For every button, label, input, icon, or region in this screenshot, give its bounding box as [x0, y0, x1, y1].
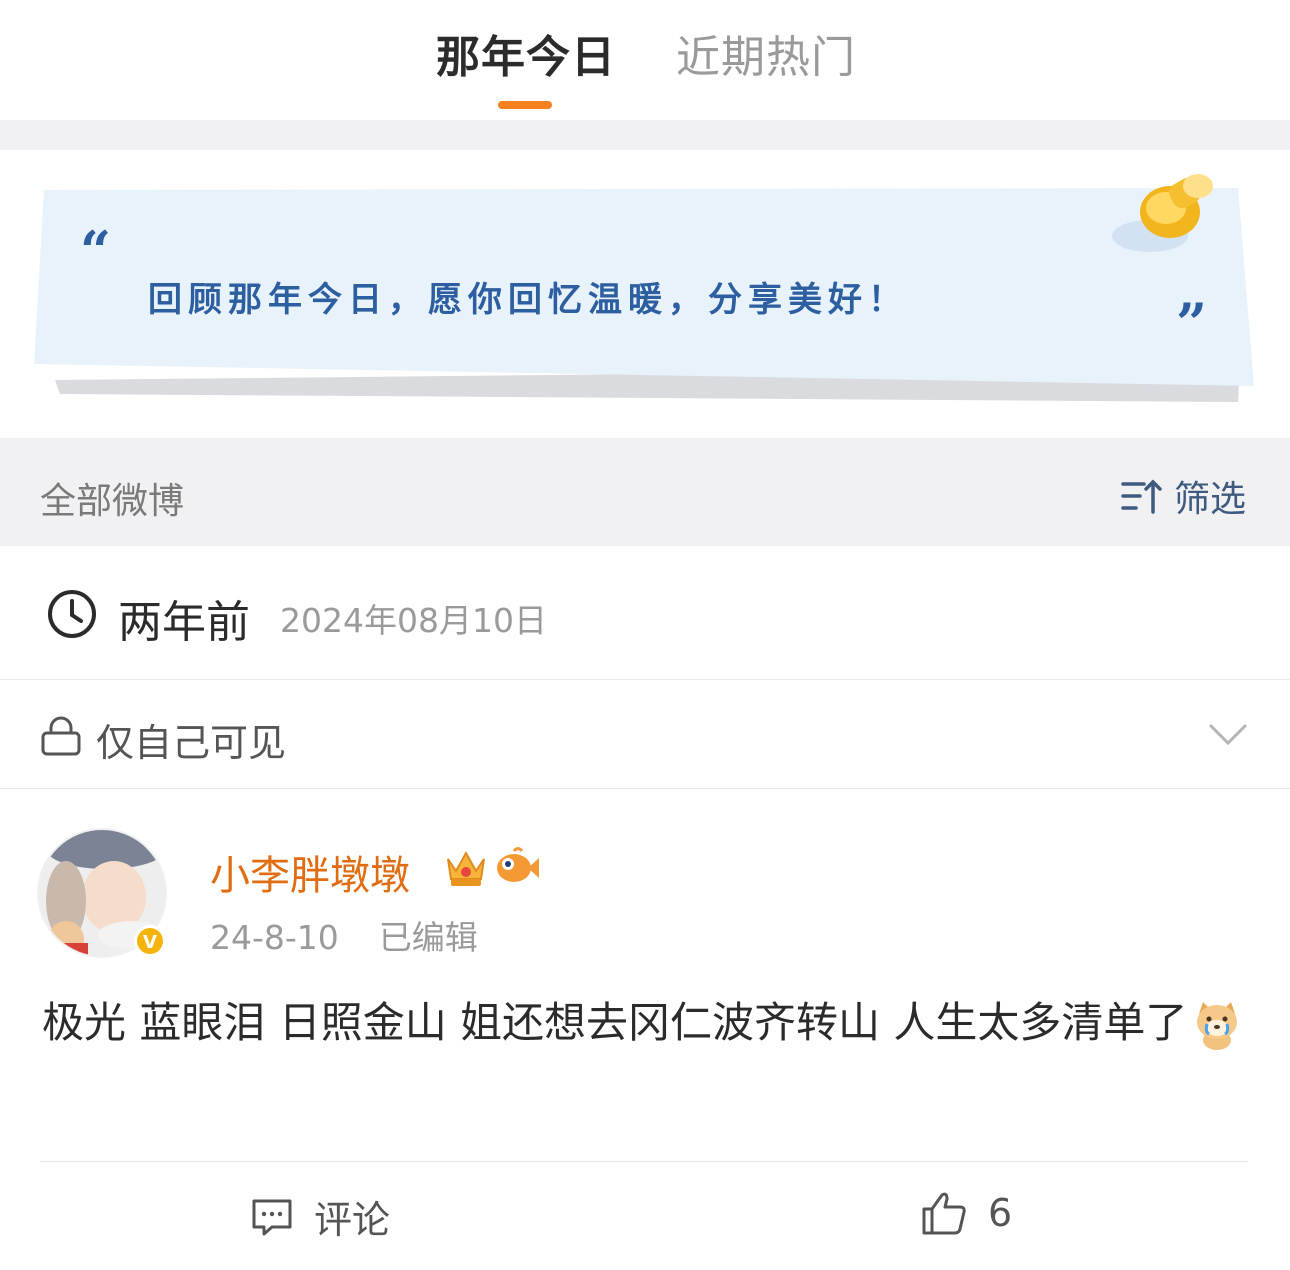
memory-banner: “ ” 回顾那年今日，愿你回忆温暖，分享美好！: [0, 150, 1290, 438]
clock-icon: [48, 590, 96, 638]
fish-badge-icon[interactable]: [494, 845, 540, 889]
section-separator: [0, 120, 1290, 150]
verified-badge-icon: V: [134, 925, 166, 957]
post-date: 2024年08月10日: [280, 601, 547, 640]
comment-icon: [252, 1199, 292, 1235]
filter-sort-icon: [1121, 479, 1162, 514]
svg-text:V: V: [143, 932, 157, 953]
like-count: 6: [988, 1191, 1013, 1235]
chevron-down-icon[interactable]: [1208, 722, 1248, 748]
filter-label: 筛选: [1173, 479, 1246, 520]
time-ago: 两年前: [118, 597, 250, 648]
time-header: 两年前 2024年08月10日: [0, 546, 1290, 680]
filter-bar: 全部微博 筛选: [0, 438, 1290, 546]
top-tab-bar: 那年今日 近期热门: [0, 0, 1290, 120]
visibility-label: 仅自己可见: [96, 721, 287, 765]
all-weibo-label: 全部微博: [40, 481, 185, 522]
comment-button[interactable]: 评论: [250, 1189, 390, 1244]
lock-icon: [41, 716, 81, 756]
weibo-post: V 小李胖墩墩 24-8-10 已编辑 极光 蓝眼泪 日照金山 姐还想去冈仁波齐转…: [0, 789, 1290, 1270]
post-divider: [40, 1161, 1248, 1162]
svg-text:“: “: [80, 219, 111, 283]
user-badges: [444, 845, 540, 889]
like-button[interactable]: 6: [920, 1189, 1012, 1237]
banner-slogan: 回顾那年今日，愿你回忆温暖，分享美好！: [148, 280, 908, 320]
post-time: 24-8-10: [210, 918, 339, 957]
avatar[interactable]: V: [36, 827, 168, 959]
active-tab-indicator: [498, 101, 552, 109]
post-text: 极光 蓝眼泪 日照金山 姐还想去冈仁波齐转山 人生太多清单了: [42, 998, 1188, 1047]
visibility-row[interactable]: 仅自己可见: [0, 680, 1290, 789]
svg-text:”: ”: [1176, 291, 1207, 355]
username[interactable]: 小李胖墩墩: [210, 843, 410, 901]
post-meta: 24-8-10 已编辑: [210, 911, 478, 959]
edited-label[interactable]: 已编辑: [379, 918, 478, 957]
post-content[interactable]: 极光 蓝眼泪 日照金山 姐还想去冈仁波齐转山 人生太多清单了: [42, 989, 1252, 1057]
crying-doge-emoji-icon: [1197, 1001, 1238, 1050]
tab-recent-popular[interactable]: 近期热门: [676, 30, 856, 86]
tab-on-this-day[interactable]: 那年今日: [436, 30, 616, 86]
filter-button[interactable]: 筛选: [1120, 470, 1246, 522]
comment-label: 评论: [314, 1198, 391, 1242]
thumbs-up-icon: [922, 1192, 966, 1235]
crown-badge-icon[interactable]: [444, 845, 488, 889]
